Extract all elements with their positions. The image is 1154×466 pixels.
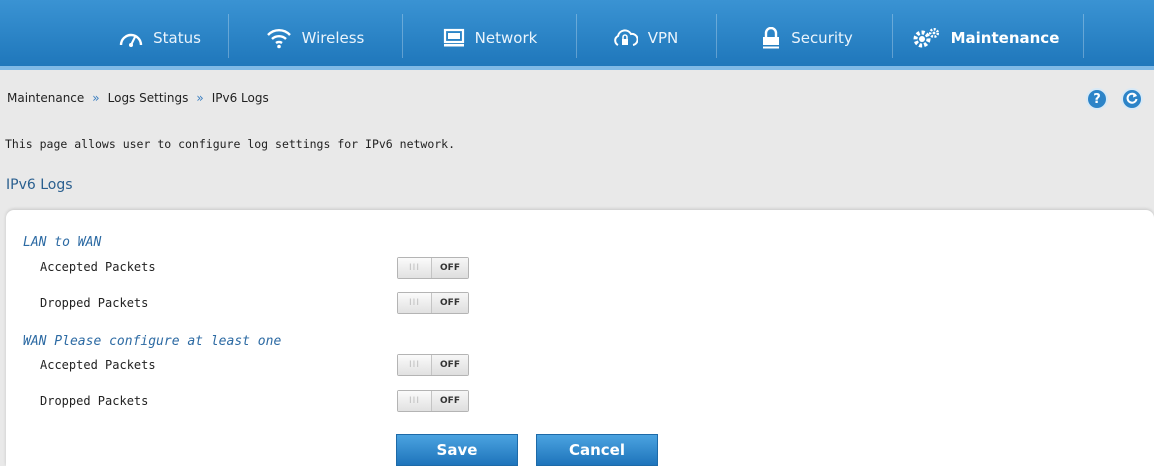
nav-wireless[interactable]: Wireless: [240, 14, 390, 62]
lan-accepted-packets-toggle[interactable]: III OFF: [397, 257, 469, 279]
breadcrumb-ipv6-logs: IPv6 Logs: [211, 91, 269, 105]
lan-dropped-packets-toggle[interactable]: III OFF: [397, 292, 469, 314]
nav-vpn[interactable]: VPN: [580, 14, 710, 62]
nav-divider: [228, 14, 229, 58]
nav-vpn-label: VPN: [647, 29, 679, 47]
nav-status-label: Status: [153, 29, 201, 47]
nav-security[interactable]: Security: [722, 14, 892, 62]
monitor-icon: [443, 28, 465, 48]
group-title-lan-to-wan: LAN to WAN: [23, 235, 102, 250]
toggle-state: OFF: [432, 355, 468, 375]
section-title: IPv6 Logs: [6, 177, 73, 193]
toggle-state: OFF: [432, 391, 468, 411]
page-description: This page allows user to configure log s…: [5, 137, 456, 151]
breadcrumb-logs-settings[interactable]: Logs Settings: [108, 91, 189, 105]
nav-status[interactable]: Status: [95, 14, 225, 62]
cloud-lock-icon: [612, 28, 638, 48]
toggle-state: OFF: [432, 258, 468, 278]
toggle-grip: III: [398, 293, 432, 313]
toggle-grip: III: [398, 258, 432, 278]
nav-security-label: Security: [791, 29, 853, 47]
refresh-button[interactable]: [1121, 88, 1143, 110]
gears-icon: [911, 27, 941, 49]
wan-dropped-packets-toggle[interactable]: III OFF: [397, 390, 469, 412]
wan-accepted-packets-label: Accepted Packets: [40, 358, 156, 372]
toggle-grip: III: [398, 391, 432, 411]
nav-divider: [1083, 14, 1084, 58]
question-icon: ?: [1093, 91, 1101, 107]
breadcrumb-separator: »: [196, 91, 204, 105]
wifi-icon: [266, 27, 292, 49]
nav-divider: [576, 14, 577, 58]
cancel-button[interactable]: Cancel: [536, 434, 658, 466]
nav-divider: [892, 14, 893, 58]
nav-maintenance[interactable]: Maintenance: [895, 14, 1075, 62]
wan-dropped-packets-label: Dropped Packets: [40, 394, 149, 408]
nav-wireless-label: Wireless: [301, 29, 365, 47]
toggle-grip: III: [398, 355, 432, 375]
toggle-state: OFF: [432, 293, 468, 313]
help-button[interactable]: ?: [1086, 88, 1108, 110]
wan-accepted-packets-toggle[interactable]: III OFF: [397, 354, 469, 376]
nav-network-label: Network: [474, 29, 538, 47]
nav-network[interactable]: Network: [410, 14, 570, 62]
breadcrumb: Maintenance » Logs Settings » IPv6 Logs: [7, 91, 269, 105]
group-title-wan: WAN Please configure at least one: [23, 334, 282, 349]
save-button[interactable]: Save: [396, 434, 518, 466]
top-navigation-bar: Status Wireless Network VPN Security Mai…: [0, 0, 1154, 70]
breadcrumb-maintenance[interactable]: Maintenance: [7, 91, 84, 105]
nav-divider: [716, 14, 717, 58]
breadcrumb-separator: »: [92, 91, 100, 105]
refresh-icon: [1125, 90, 1139, 109]
lan-dropped-packets-label: Dropped Packets: [40, 296, 149, 310]
nav-divider: [402, 14, 403, 58]
gauge-icon: [119, 29, 143, 47]
lan-accepted-packets-label: Accepted Packets: [40, 260, 156, 274]
nav-maintenance-label: Maintenance: [950, 29, 1060, 47]
lock-icon: [761, 27, 781, 49]
